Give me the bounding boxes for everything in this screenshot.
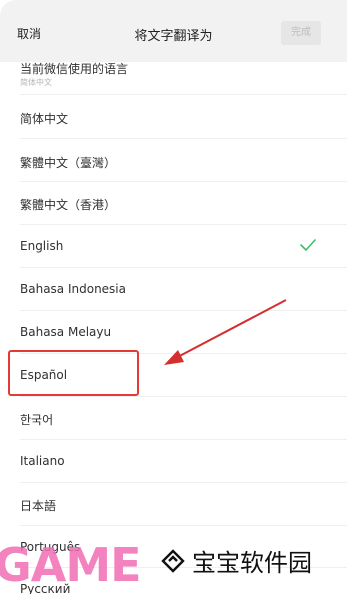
list-item-label: 繁體中文（臺灣） bbox=[20, 156, 117, 170]
list-item-label: Italiano bbox=[20, 454, 65, 468]
list-item-japanese[interactable]: 日本語 bbox=[0, 483, 347, 526]
language-picker-screen: 取消 将文字翻译为 完成 当前微信使用的语言 简体中文 简体中文 繁體中文（臺灣… bbox=[0, 0, 347, 594]
diamond-logo-icon bbox=[161, 549, 185, 573]
list-item-italiano[interactable]: Italiano bbox=[0, 440, 347, 483]
watermark-site-name: 宝宝软件园 bbox=[192, 549, 312, 577]
list-item-label: 한국어 bbox=[20, 413, 54, 427]
done-button[interactable]: 完成 bbox=[281, 21, 321, 45]
list-item-label: 当前微信使用的语言 bbox=[20, 62, 129, 76]
list-item-current-language[interactable]: 当前微信使用的语言 简体中文 bbox=[0, 54, 347, 94]
list-item-simplified-chinese[interactable]: 简体中文 bbox=[0, 95, 347, 138]
list-item-traditional-chinese-taiwan[interactable]: 繁體中文（臺灣） bbox=[0, 139, 347, 182]
list-item-sublabel: 简体中文 bbox=[20, 78, 52, 87]
list-item-english[interactable]: English bbox=[0, 225, 347, 268]
list-item-label: 日本語 bbox=[20, 499, 57, 513]
list-item-label: 简体中文 bbox=[20, 112, 69, 126]
list-item-label: Bahasa Indonesia bbox=[20, 282, 126, 296]
header-bar: 取消 将文字翻译为 完成 bbox=[0, 0, 347, 62]
watermark: GAME 宝宝软件园 bbox=[0, 536, 347, 594]
list-item-bahasa-melayu[interactable]: Bahasa Melayu bbox=[0, 311, 347, 354]
annotation-highlight-box bbox=[8, 350, 139, 396]
list-item-korean[interactable]: 한국어 bbox=[0, 397, 347, 440]
list-item-label: English bbox=[20, 239, 64, 253]
watermark-game-text: GAME bbox=[0, 538, 142, 592]
list-item-label: 繁體中文（香港） bbox=[20, 198, 117, 212]
list-item-label: Bahasa Melayu bbox=[20, 325, 112, 339]
checkmark-icon bbox=[300, 239, 316, 251]
list-item-bahasa-indonesia[interactable]: Bahasa Indonesia bbox=[0, 268, 347, 311]
list-item-traditional-chinese-hongkong[interactable]: 繁體中文（香港） bbox=[0, 182, 347, 225]
